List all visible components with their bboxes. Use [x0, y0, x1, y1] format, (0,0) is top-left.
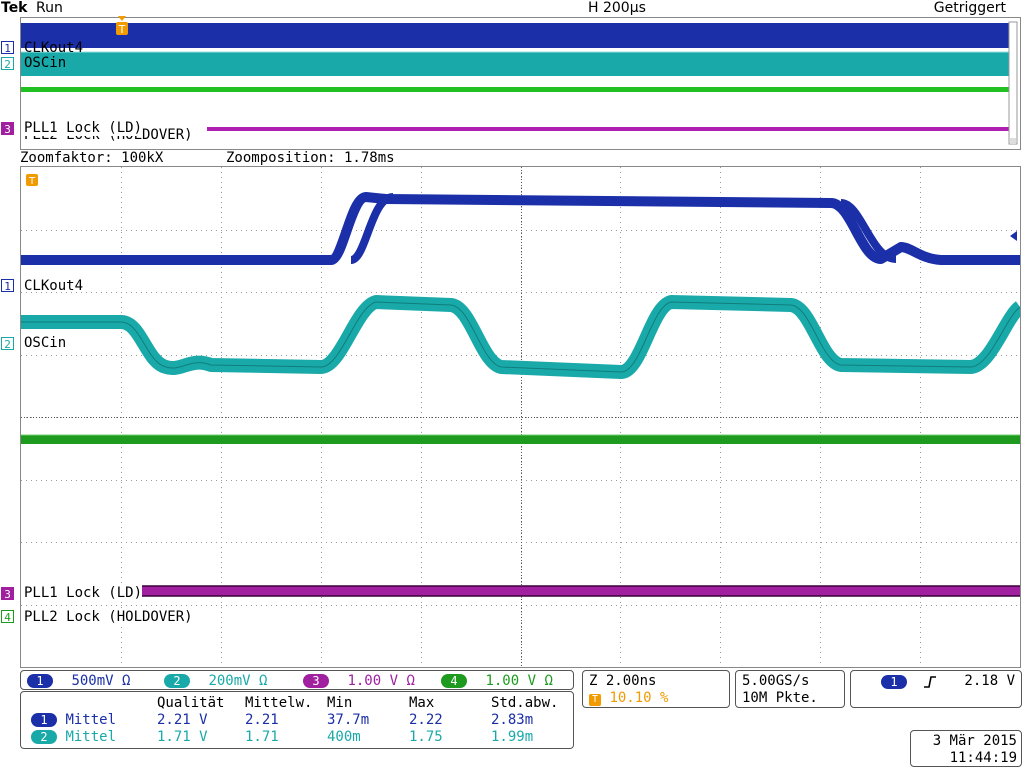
overview-scrollbar	[1008, 21, 1018, 145]
zoom-factor: Zoomfaktor: 100kX	[20, 150, 164, 166]
ch1-volts-div: 500mV	[71, 673, 114, 689]
meas1-max: 2.22	[409, 711, 443, 728]
overview-ch2-marker[interactable]: 2	[1, 57, 14, 71]
zoom-scale-box[interactable]: Z 2.00ns T 10.10 %	[582, 670, 730, 708]
measurement-header-row: Qualität Mittelw. Min Max Std.abw.	[21, 694, 564, 711]
acquisition-state[interactable]: Run	[36, 0, 63, 17]
meas2-name: Mittel	[65, 728, 117, 745]
overview-ch1-trace	[21, 23, 1011, 48]
ch2-waveform	[21, 295, 1020, 379]
ch3-waveform	[139, 586, 1020, 596]
main-ch1-marker[interactable]: 1	[1, 279, 14, 293]
trigger-level: 2.18 V	[964, 673, 1015, 689]
ch1-ohm-icon: Ω	[122, 673, 131, 689]
main-graticule[interactable]: T CLKout4 OSCin PLL1 Lock (LD) PLL2 Lock…	[20, 166, 1021, 668]
meas1-name: Mittel	[65, 711, 117, 728]
ch1-scale[interactable]: 1 500mV Ω	[27, 673, 130, 689]
trigger-source-badge: 1	[881, 675, 907, 689]
overview-ch1-marker[interactable]: 1	[1, 41, 14, 55]
graticule-grid	[21, 167, 1020, 667]
trigger-t-icon: T	[589, 694, 601, 706]
meas2-max: 1.75	[409, 728, 443, 745]
main-ch4-marker[interactable]: 4	[1, 610, 14, 624]
acquisition-box[interactable]: 5.00GS/s 10M Pkte.	[735, 670, 845, 708]
ch2-badge: 2	[164, 674, 190, 688]
trigger-level-arrow-icon[interactable]	[1009, 230, 1019, 242]
col-max: Max	[409, 694, 435, 711]
meas1-min: 37.7m	[327, 711, 370, 728]
trigger-status: Getriggert	[933, 0, 1006, 16]
datetime-box: 3 Mär 2015 11:44:19	[910, 730, 1022, 767]
col-std: Std.abw.	[491, 694, 559, 711]
ch1-waveform	[21, 192, 1020, 265]
ch2-scale[interactable]: 2 200mV Ω	[164, 673, 267, 689]
overview-ch2-trace	[21, 52, 1011, 76]
meas2-value: 1.71 V	[157, 728, 208, 745]
meas2-std: 1.99m	[491, 728, 534, 745]
meas1-mean: 2.21	[245, 711, 279, 728]
svg-text:T: T	[28, 176, 36, 187]
overview-ch4-trace	[21, 87, 1011, 92]
trigger-position-icon[interactable]: T	[115, 16, 129, 38]
meas2-min: 400m	[327, 728, 361, 745]
zoom-position: Zoomposition: 1.78ms	[226, 150, 395, 166]
vertical-scale-bar[interactable]: 1 500mV Ω 2 200mV Ω 3 1.00 V Ω 4 1.00 V …	[20, 670, 574, 690]
overview-ch1-label: CLKout4	[24, 40, 84, 56]
meas1-value: 2.21 V	[157, 711, 208, 728]
measurement-row-ch1[interactable]: 1 Mittel 2.21 V 2.21 37.7m 2.22 2.83m	[21, 711, 564, 728]
overview-ch3-label: PLL1 Lock (LD)	[24, 120, 143, 136]
meas2-badge: 2	[31, 729, 57, 744]
horizontal-scale[interactable]: H 200µs	[588, 0, 646, 17]
overview-ch3-marker[interactable]: 3	[1, 122, 14, 136]
col-min: Min	[327, 694, 353, 711]
main-ch2-label: OSCin	[24, 335, 67, 351]
ch4-scale[interactable]: 4 1.00 V Ω	[441, 673, 553, 689]
ch4-volts-div: 1.00 V	[485, 673, 537, 689]
main-ch2-marker[interactable]: 2	[1, 337, 14, 351]
ch2-ohm-icon: Ω	[259, 673, 268, 689]
col-mean: Mittelw.	[245, 694, 313, 711]
measurement-row-ch2[interactable]: 2 Mittel 1.71 V 1.71 400m 1.75 1.99m	[21, 728, 564, 745]
tek-logo: Tek	[1, 0, 28, 16]
zoom-trigger-icon[interactable]: T	[25, 173, 39, 187]
ch1-badge: 1	[27, 674, 53, 688]
time: 11:44:19	[949, 750, 1017, 766]
rising-edge-icon	[924, 676, 936, 688]
measurement-table: Qualität Mittelw. Min Max Std.abw. 1 Mit…	[21, 694, 564, 745]
measurement-panel[interactable]: Qualität Mittelw. Min Max Std.abw. 1 Mit…	[20, 691, 574, 749]
ch3-ohm-icon: Ω	[406, 673, 415, 689]
ch4-badge: 4	[441, 674, 467, 688]
date: 3 Mär 2015	[932, 733, 1017, 749]
ch3-volts-div: 1.00 V	[347, 673, 399, 689]
trigger-position-readout: T 10.10 %	[589, 690, 668, 706]
ch4-ohm-icon: Ω	[544, 673, 553, 689]
sample-rate: 5.00GS/s	[742, 673, 810, 689]
meas1-badge: 1	[31, 712, 57, 727]
overview-ch3-trace	[207, 127, 1011, 131]
main-ch4-label: PLL2 Lock (HOLDOVER)	[24, 609, 193, 625]
overview-ch2-label: OSCin	[24, 55, 67, 71]
ch4-waveform	[21, 435, 1020, 444]
main-ch3-marker[interactable]: 3	[1, 587, 14, 601]
status-bar: Tek Run H 200µs Getriggert	[0, 0, 1024, 17]
col-quality: Qualität	[157, 694, 225, 711]
svg-text:T: T	[118, 23, 126, 36]
zoom-time-div: Z 2.00ns	[589, 673, 657, 689]
main-ch3-label: PLL1 Lock (LD)	[24, 585, 143, 601]
record-length: 10M Pkte.	[742, 690, 818, 706]
trigger-position-value: 10.10 %	[609, 690, 669, 706]
ch3-scale[interactable]: 3 1.00 V Ω	[303, 673, 415, 689]
overview-panel[interactable]: T CLKout4 OSCin PLL2 Lock (HOLDOVER) PLL…	[20, 16, 1021, 150]
ch3-badge: 3	[303, 674, 329, 688]
meas2-mean: 1.71	[245, 728, 279, 745]
meas1-std: 2.83m	[491, 711, 534, 728]
trigger-box[interactable]: 1 2.18 V	[850, 670, 1022, 708]
ch2-volts-div: 200mV	[208, 673, 251, 689]
main-ch1-label: CLKout4	[24, 278, 84, 294]
